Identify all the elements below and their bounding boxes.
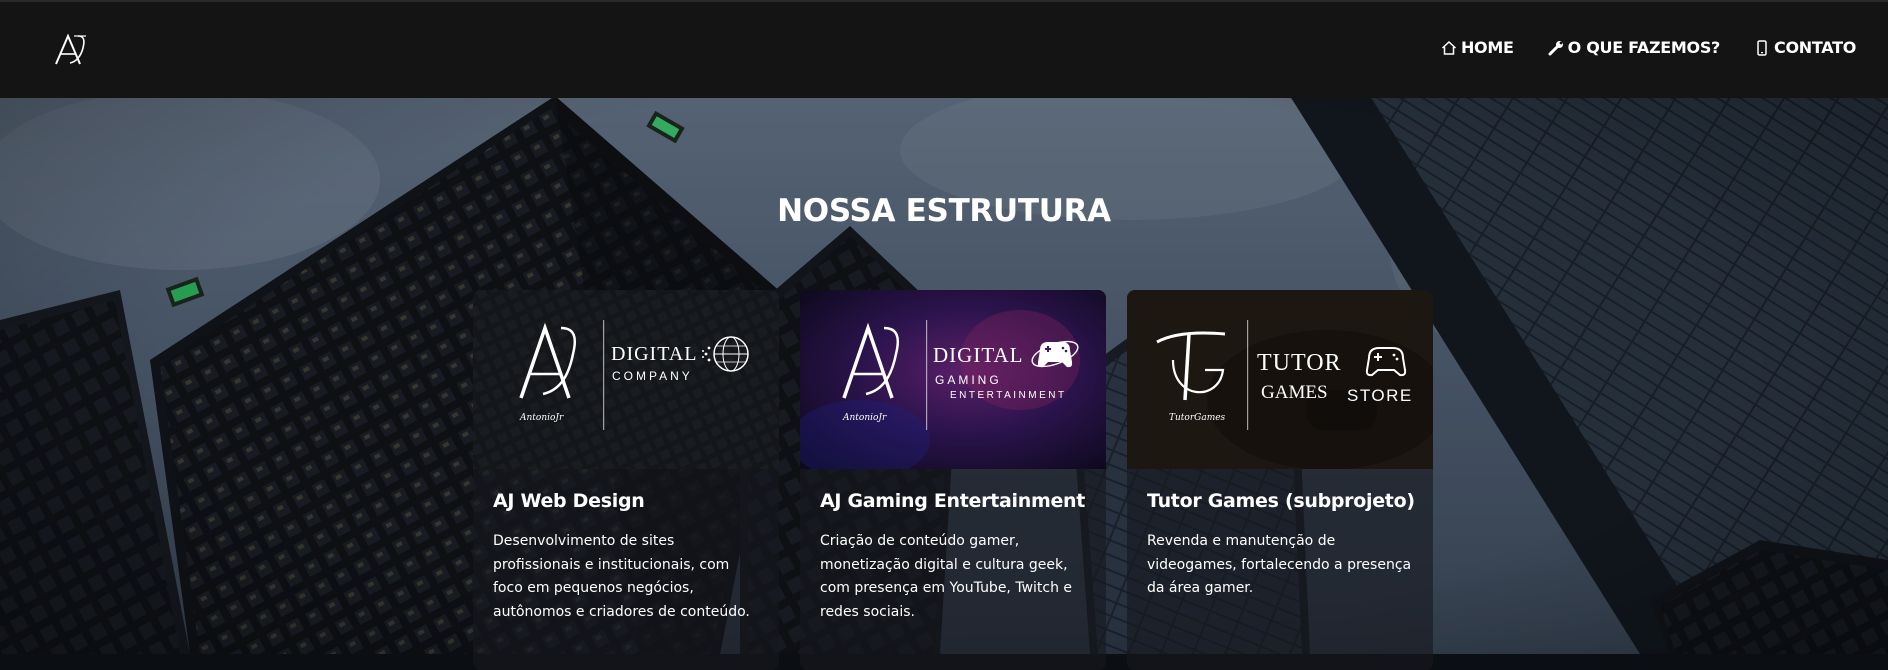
banner-line2: COMPANY xyxy=(612,369,693,383)
banner-line1: DIGITAL xyxy=(611,343,697,365)
banner-line2: GAMING xyxy=(935,373,1002,387)
banner-line3: STORE xyxy=(1347,386,1413,405)
card-title: AJ Gaming Entertainment xyxy=(820,490,1086,512)
nav-home[interactable]: HOME xyxy=(1441,38,1514,57)
aj-digital-gaming-banner: AntonioJr DIGITAL GAMING ENTERTAINMENT xyxy=(800,290,1106,469)
banner-line2: GAMES xyxy=(1261,382,1328,403)
phone-icon xyxy=(1757,39,1767,56)
nav-contato[interactable]: CONTATO xyxy=(1754,38,1856,57)
banner-line3: ENTERTAINMENT xyxy=(950,390,1067,401)
card-description: Criação de conteúdo gamer, monetização d… xyxy=(820,533,1073,620)
card-title: AJ Web Design xyxy=(493,490,645,512)
main-nav: HOME O QUE FAZEMOS? CONTATO xyxy=(1441,38,1856,57)
nav-home-label: HOME xyxy=(1460,38,1514,57)
banner-line1: DIGITAL xyxy=(933,343,1023,367)
card-description: Revenda e manutenção de videogames, fort… xyxy=(1147,533,1412,596)
card-aj-gaming-entertainment[interactable]: AntonioJr DIGITAL GAMING ENTERTAINMENT A… xyxy=(800,290,1106,670)
card-tutor-games[interactable]: TutorGames TUTOR GAMES STORE Tutor Games… xyxy=(1127,290,1433,670)
aj-digital-company-banner: AntonioJr DIGITAL COMPANY xyxy=(473,290,779,469)
top-navbar: HOME O QUE FAZEMOS? CONTATO xyxy=(0,0,1888,98)
wrench-icon xyxy=(1548,40,1563,55)
tutor-games-store-banner: TutorGames TUTOR GAMES STORE xyxy=(1127,290,1433,469)
banner-signature: AntonioJr xyxy=(519,413,564,423)
banner-signature: AntonioJr xyxy=(842,413,887,423)
card-banner: AntonioJr DIGITAL GAMING ENTERTAINMENT xyxy=(800,290,1106,469)
nav-o-que-fazemos[interactable]: O QUE FAZEMOS? xyxy=(1548,38,1720,57)
banner-signature: TutorGames xyxy=(1169,413,1226,423)
aj-logo[interactable] xyxy=(52,30,92,70)
section-title: NOSSA ESTRUTURA xyxy=(777,193,1111,229)
card-title: Tutor Games (subprojeto) xyxy=(1147,490,1415,512)
home-icon xyxy=(1441,40,1456,55)
card-aj-web-design[interactable]: AntonioJr DIGITAL COMPANY AJ Web Design … xyxy=(473,290,779,670)
nav-o-que-fazemos-label: O QUE FAZEMOS? xyxy=(1567,38,1721,57)
banner-line1: TUTOR xyxy=(1257,350,1342,376)
card-description: Desenvolvimento de sites profissionais e… xyxy=(493,533,750,620)
card-banner: AntonioJr DIGITAL COMPANY xyxy=(473,290,779,469)
nav-contato-label: CONTATO xyxy=(1774,38,1856,57)
card-banner: TutorGames TUTOR GAMES STORE xyxy=(1127,290,1433,469)
